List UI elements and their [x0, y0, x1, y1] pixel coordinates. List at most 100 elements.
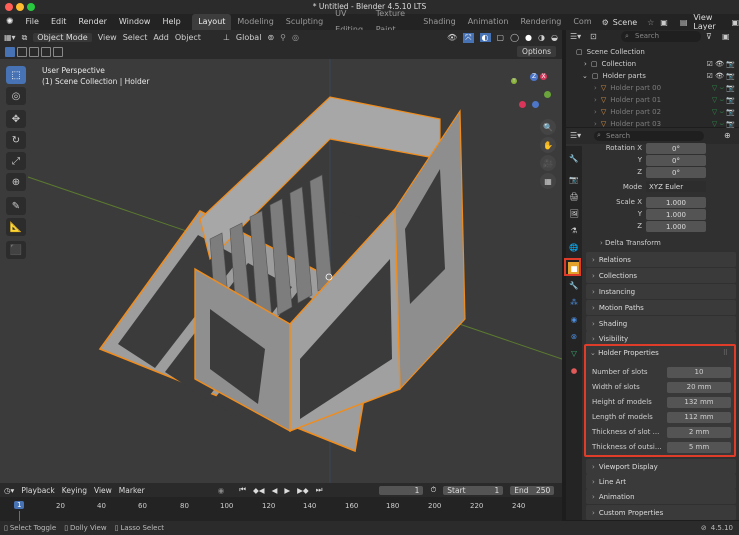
play-icon[interactable]: ▶: [284, 486, 290, 495]
render-tab-icon[interactable]: 📷: [568, 173, 580, 185]
rotate-tool-icon[interactable]: ↻: [6, 131, 26, 149]
gizmo-x-axis[interactable]: X: [540, 73, 547, 80]
select-intersect-icon[interactable]: [53, 47, 63, 57]
panel-viewport-display[interactable]: › Viewport Display: [586, 459, 736, 474]
panel-relations[interactable]: › Relations: [586, 252, 736, 267]
jump-start-icon[interactable]: ⏮: [239, 485, 246, 495]
tab-animation[interactable]: Animation: [462, 14, 515, 30]
pan-hand-icon[interactable]: ✋: [540, 137, 556, 153]
output-tab-icon[interactable]: 🖨: [568, 190, 580, 202]
scene-tab-icon[interactable]: ⚗: [568, 224, 580, 236]
outliner-row-collection[interactable]: › ▢ Collection ☑ 👁 📷: [566, 58, 739, 70]
gizmo-neg-z-axis[interactable]: [532, 101, 539, 108]
filter-icon[interactable]: ⊽: [706, 32, 712, 41]
scene-selector[interactable]: Scene: [613, 18, 647, 27]
gizmo-z-axis[interactable]: Z: [530, 73, 538, 81]
minimize-window-button[interactable]: [16, 3, 24, 11]
outliner-editor-icon[interactable]: ☰▾: [570, 32, 581, 41]
blender-logo-icon[interactable]: ✺: [0, 14, 20, 30]
panel-collections[interactable]: › Collections: [586, 268, 736, 283]
scale-z-field[interactable]: 1.000: [646, 221, 706, 232]
menu-keying[interactable]: Keying: [62, 486, 87, 495]
transform-tool-icon[interactable]: ⊕: [6, 173, 26, 191]
current-frame-field[interactable]: 1: [379, 485, 424, 495]
outliner-row-scene-collection[interactable]: ▢ Scene Collection: [566, 46, 739, 58]
pivot-icon[interactable]: ⊚: [267, 33, 274, 42]
filter-display-icon[interactable]: ⊡: [590, 32, 597, 41]
start-frame-field[interactable]: Start 1: [443, 485, 504, 495]
length-of-models-field[interactable]: 112 mm: [667, 411, 731, 423]
zoom-icon[interactable]: 🔍: [540, 119, 556, 135]
cursor-tool-icon[interactable]: ◎: [6, 87, 26, 105]
rotation-mode-select[interactable]: XYZ Euler: [646, 181, 706, 192]
end-frame-field[interactable]: End 250: [510, 485, 555, 495]
panel-line-art[interactable]: › Line Art: [586, 474, 736, 489]
play-reverse-icon[interactable]: ◀: [272, 486, 278, 495]
gizmo-icon[interactable]: ⤧: [463, 32, 474, 43]
menu-object[interactable]: Object: [175, 33, 201, 42]
menu-render[interactable]: Render: [72, 14, 112, 30]
select-tool-icon[interactable]: ⬚: [6, 66, 26, 84]
number-of-slots-field[interactable]: 10: [667, 366, 731, 378]
visibility-icon[interactable]: 👁: [447, 33, 457, 42]
proportional-edit-icon[interactable]: ◎: [292, 33, 299, 42]
transform-orientation-selector[interactable]: Global: [236, 33, 262, 42]
visibility-controls[interactable]: ☑ 👁 📷: [707, 72, 735, 80]
visibility-controls[interactable]: ☑ 👁 📷: [707, 60, 735, 68]
select-invert-icon[interactable]: [41, 47, 51, 57]
jump-end-icon[interactable]: ⏭: [316, 485, 323, 495]
menu-window[interactable]: Window: [113, 14, 157, 30]
tab-layout[interactable]: Layout: [192, 14, 232, 30]
rotation-y-field[interactable]: 0°: [646, 155, 706, 166]
select-box-icon[interactable]: [5, 47, 15, 57]
menu-marker[interactable]: Marker: [119, 486, 145, 495]
gizmo-neg-y-axis[interactable]: [544, 91, 551, 98]
chevron-right-icon[interactable]: ›: [584, 60, 587, 68]
editor-type-icon[interactable]: ▦▾: [4, 33, 16, 42]
menu-select[interactable]: Select: [123, 33, 148, 42]
panel-custom-properties[interactable]: › Custom Properties: [586, 505, 736, 520]
menu-view[interactable]: View: [98, 33, 117, 42]
properties-editor-icon[interactable]: ☰▾: [570, 131, 581, 140]
perspective-toggle-icon[interactable]: ▦: [540, 173, 556, 189]
panel-animation[interactable]: › Animation: [586, 489, 736, 504]
mode-selector[interactable]: Object Mode: [33, 33, 92, 42]
chevron-right-icon[interactable]: ›: [594, 108, 597, 116]
outliner-row-holder-part-00[interactable]: › ▽ Holder part 00 ▽ ⌣ 📷: [566, 82, 739, 94]
scale-tool-icon[interactable]: ⤢: [6, 152, 26, 170]
tool-tab-icon[interactable]: 🔧: [568, 152, 580, 164]
measure-tool-icon[interactable]: 📐: [6, 218, 26, 236]
scale-y-field[interactable]: 1.000: [646, 209, 706, 220]
chevron-right-icon[interactable]: ›: [594, 120, 597, 128]
view-layer-tab-icon[interactable]: 🖼: [568, 207, 580, 219]
menu-add[interactable]: Add: [153, 33, 169, 42]
select-extend-icon[interactable]: [17, 47, 27, 57]
timeline-editor-icon[interactable]: ◷▾: [4, 486, 14, 495]
new-collection-icon[interactable]: ▣: [722, 32, 730, 41]
overlay-icon[interactable]: ◐: [479, 33, 491, 42]
thickness-of-slot-field[interactable]: 2 mm: [667, 426, 731, 438]
auto-keying-icon[interactable]: ◉: [218, 486, 225, 495]
material-shading-icon[interactable]: ◑: [538, 33, 545, 42]
outliner-row-holder-part-01[interactable]: › ▽ Holder part 01 ▽ ⌣ 📷: [566, 94, 739, 106]
annotate-tool-icon[interactable]: ✎: [6, 197, 26, 215]
chevron-right-icon[interactable]: ›: [594, 84, 597, 92]
outliner-row-holder-parts[interactable]: ⌄ ▢ Holder parts ☑ 👁 📷: [566, 70, 739, 82]
jump-keyframe-back-icon[interactable]: ◆◀: [253, 486, 265, 495]
snap-icon[interactable]: ⚲: [280, 33, 286, 42]
tab-compositing[interactable]: Com: [567, 14, 597, 30]
delta-transform-subpanel[interactable]: › Delta Transform: [600, 239, 661, 247]
menu-help[interactable]: Help: [156, 14, 186, 30]
constraints-tab-icon[interactable]: ⊗: [568, 330, 580, 342]
camera-view-icon[interactable]: 🎥: [540, 155, 556, 171]
pin-icon[interactable]: ⊕: [724, 131, 731, 140]
viewport-3d[interactable]: User Perspective (1) Scene Collection | …: [0, 59, 562, 483]
menu-view[interactable]: View: [94, 486, 112, 495]
maximize-window-button[interactable]: [27, 3, 35, 11]
tab-sculpting[interactable]: Sculpting: [280, 14, 329, 30]
world-tab-icon[interactable]: 🌐: [568, 241, 580, 253]
xray-icon[interactable]: ▢: [497, 33, 505, 42]
scale-x-field[interactable]: 1.000: [646, 197, 706, 208]
pin-icon[interactable]: ☆: [647, 18, 654, 27]
rotation-z-field[interactable]: 0°: [646, 167, 706, 178]
